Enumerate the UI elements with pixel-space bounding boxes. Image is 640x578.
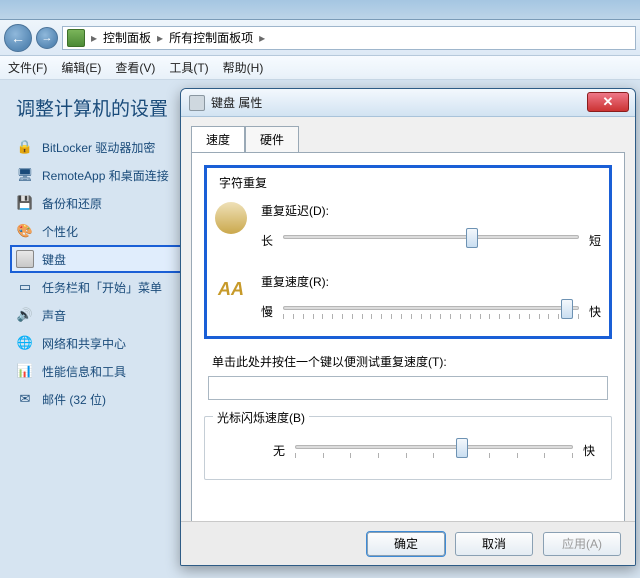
cursor-blink-min-label: 无 xyxy=(273,442,285,459)
repeat-test-input[interactable] xyxy=(208,376,608,400)
control-panel-icon xyxy=(67,29,85,47)
slider-thumb[interactable] xyxy=(456,438,468,458)
sidebar-item-label: 邮件 (32 位) xyxy=(42,391,106,408)
character-repeat-highlight: 字符重复 重复延迟(D): 长 短 AA xyxy=(204,165,612,339)
sound-icon xyxy=(16,306,34,324)
repeat-delay-slider[interactable] xyxy=(283,225,579,255)
repeat-rate-label: 重复速度(R): xyxy=(261,273,601,290)
window-titlebar-strip xyxy=(0,0,640,20)
sidebar-item-label: 性能信息和工具 xyxy=(42,363,126,380)
sidebar-item-label: 个性化 xyxy=(42,223,78,240)
cancel-button[interactable]: 取消 xyxy=(455,532,533,556)
apply-button[interactable]: 应用(A) xyxy=(543,532,621,556)
address-bar[interactable]: ▸ 控制面板 ▸ 所有控制面板项 ▸ xyxy=(62,26,636,50)
cursor-blink-slider[interactable] xyxy=(295,435,573,465)
repeat-delay-label: 重复延迟(D): xyxy=(261,202,601,219)
nav-forward-button[interactable]: → xyxy=(36,27,58,49)
breadcrumb-control-panel[interactable]: 控制面板 xyxy=(103,29,151,46)
close-icon: ✕ xyxy=(603,94,614,110)
repeat-rate-icon: AA xyxy=(215,273,247,305)
menu-view[interactable]: 查看(V) xyxy=(115,59,155,76)
explorer-navbar: ← → ▸ 控制面板 ▸ 所有控制面板项 ▸ xyxy=(0,20,640,56)
repeat-rate-min-label: 慢 xyxy=(261,303,273,320)
personalize-icon xyxy=(16,222,34,240)
menu-edit[interactable]: 编辑(E) xyxy=(61,59,101,76)
dialog-title-text: 键盘 属性 xyxy=(211,94,262,111)
menu-help[interactable]: 帮助(H) xyxy=(223,59,264,76)
menu-tools[interactable]: 工具(T) xyxy=(169,59,208,76)
slider-thumb[interactable] xyxy=(561,299,573,319)
tab-speed[interactable]: 速度 xyxy=(191,126,245,153)
tab-hardware[interactable]: 硬件 xyxy=(245,126,299,153)
breadcrumb-sep-icon: ▸ xyxy=(259,31,265,45)
dialog-button-bar: 确定 取消 应用(A) xyxy=(181,521,635,565)
group-cursor-blink-label: 光标闪烁速度(B) xyxy=(213,409,309,426)
group-character-repeat-label: 字符重复 xyxy=(215,176,271,190)
keyboard-icon xyxy=(16,250,34,268)
sidebar-item-label: 键盘 xyxy=(42,251,66,268)
menu-bar: 文件(F) 编辑(E) 查看(V) 工具(T) 帮助(H) xyxy=(0,56,640,80)
backup-icon xyxy=(16,194,34,212)
close-button[interactable]: ✕ xyxy=(587,92,629,112)
breadcrumb-sep-icon: ▸ xyxy=(157,31,163,45)
dialog-tabs: 速度 硬件 xyxy=(181,117,635,152)
repeat-delay-min-label: 长 xyxy=(261,232,273,249)
lock-icon xyxy=(16,138,34,156)
repeat-rate-max-label: 快 xyxy=(589,303,601,320)
taskbar-icon xyxy=(16,278,34,296)
performance-icon xyxy=(16,362,34,380)
cursor-blink-max-label: 快 xyxy=(583,442,595,459)
mail-icon xyxy=(16,390,34,408)
sidebar-item-label: RemoteApp 和桌面连接 xyxy=(42,167,169,184)
remote-icon xyxy=(16,166,34,184)
nav-back-button[interactable]: ← xyxy=(4,24,32,52)
menu-file[interactable]: 文件(F) xyxy=(8,59,47,76)
keyboard-properties-dialog: 键盘 属性 ✕ 速度 硬件 字符重复 重复延迟(D): 长 短 xyxy=(180,88,636,566)
repeat-delay-max-label: 短 xyxy=(589,232,601,249)
sidebar-item-label: 声音 xyxy=(42,307,66,324)
breadcrumb-all-items[interactable]: 所有控制面板项 xyxy=(169,29,253,46)
dialog-titlebar[interactable]: 键盘 属性 xyxy=(181,89,635,117)
slider-thumb[interactable] xyxy=(466,228,478,248)
ok-button[interactable]: 确定 xyxy=(367,532,445,556)
repeat-delay-icon xyxy=(215,202,247,234)
sidebar-item-label: 备份和还原 xyxy=(42,195,102,212)
breadcrumb-sep-icon: ▸ xyxy=(91,31,97,45)
network-icon xyxy=(16,334,34,352)
sidebar-item-label: BitLocker 驱动器加密 xyxy=(42,139,155,156)
keyboard-icon xyxy=(189,95,205,111)
tab-page-speed: 字符重复 重复延迟(D): 长 短 AA xyxy=(191,152,625,546)
repeat-rate-slider[interactable] xyxy=(283,296,579,326)
repeat-test-label: 单击此处并按住一个键以便测试重复速度(T): xyxy=(212,353,612,370)
sidebar-item-label: 网络和共享中心 xyxy=(42,335,126,352)
sidebar-item-label: 任务栏和「开始」菜单 xyxy=(42,279,162,296)
